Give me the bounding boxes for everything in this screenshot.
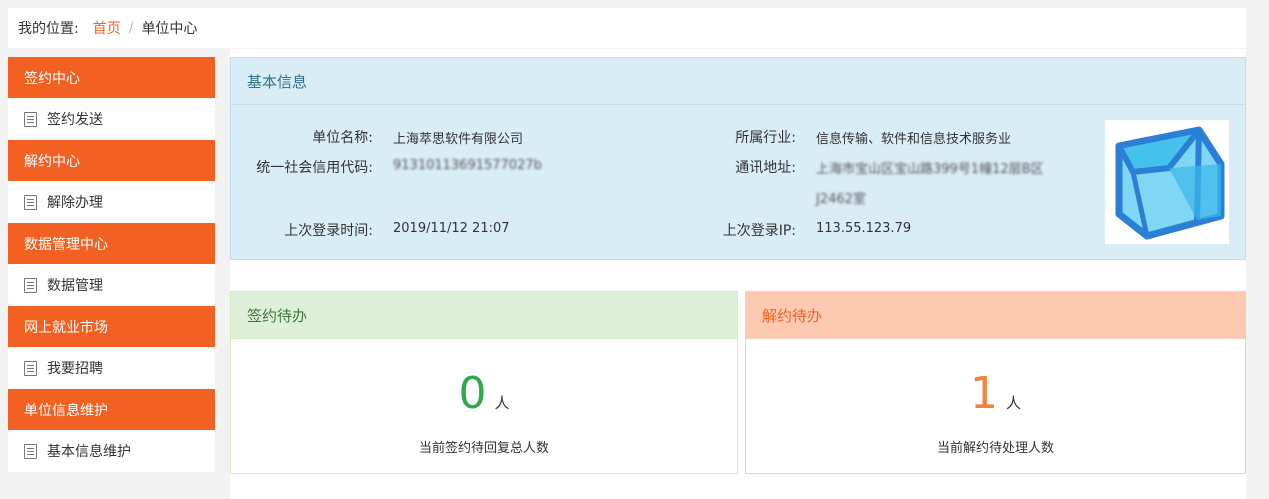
cancel-todo-description: 当前解约待处理人数 — [936, 441, 1054, 456]
document-edit-icon — [24, 360, 37, 376]
sign-todo-title: 签约待办 — [231, 292, 737, 339]
sidebar-head-market[interactable]: 网上就业市场 — [8, 306, 215, 347]
document-icon — [24, 277, 37, 293]
company-name-label: 单位名称: — [312, 130, 373, 146]
sidebar-head-cancel[interactable]: 解约中心 — [8, 140, 215, 181]
sign-todo-count[interactable]: 0人 — [231, 369, 737, 419]
address-label: 通讯地址: — [735, 160, 796, 176]
industry-value: 信息传输、软件和信息技术服务业 — [816, 132, 1012, 147]
company-name-value: 上海萃思软件有限公司 — [393, 132, 524, 147]
sign-todo-count-unit: 人 — [494, 394, 510, 412]
sidebar-item-label: 基本信息维护 — [47, 444, 131, 460]
sidebar-item-sign-send[interactable]: 签约发送 — [8, 98, 215, 140]
sidebar-item-label: 签约发送 — [47, 112, 103, 128]
sign-todo-count-value: 0 — [458, 368, 487, 419]
breadcrumb-current: 单位中心 — [141, 21, 198, 37]
breadcrumb: 我的位置: 首页 / 单位中心 — [8, 8, 1246, 48]
sign-todo-description: 当前签约待回复总人数 — [418, 441, 549, 456]
sidebar-item-label: 我要招聘 — [47, 361, 103, 377]
list-icon — [24, 443, 37, 459]
sidebar-head-info[interactable]: 单位信息维护 — [8, 389, 215, 430]
sidebar-item-label: 数据管理 — [47, 278, 103, 294]
cancel-todo-count-value: 1 — [969, 368, 998, 419]
cancel-todo-count[interactable]: 1人 — [746, 369, 1245, 419]
main-content: 基本信息 单位名称: 上海萃思软件有限公司 统一社会信用代码: 91310113… — [230, 49, 1246, 499]
sidebar-item-cancel-handle[interactable]: 解除办理 — [8, 181, 215, 223]
last-login-ip-value: 113.55.123.79 — [816, 221, 912, 236]
last-login-time-label: 上次登录时间: — [284, 223, 373, 239]
sidebar-head-data[interactable]: 数据管理中心 — [8, 223, 215, 264]
industry-label: 所属行业: — [735, 130, 796, 146]
breadcrumb-separator: / — [128, 20, 134, 36]
sign-todo-panel: 签约待办 0人 当前签约待回复总人数 — [230, 291, 738, 474]
cancel-todo-count-unit: 人 — [1005, 394, 1021, 412]
last-login-time-value: 2019/11/12 21:07 — [393, 221, 510, 236]
cancel-todo-title: 解约待办 — [746, 292, 1245, 339]
sidebar: 签约中心 签约发送 解约中心 解除办理 数据管理中心 数据管理 网上就业市场 我… — [8, 57, 215, 472]
cube-logo-icon — [1105, 120, 1229, 244]
sidebar-head-sign[interactable]: 签约中心 — [8, 57, 215, 98]
sidebar-item-basic-info[interactable]: 基本信息维护 — [8, 430, 215, 472]
sidebar-item-recruit[interactable]: 我要招聘 — [8, 347, 215, 389]
document-icon — [24, 111, 37, 127]
document-edit-icon — [24, 194, 37, 210]
address-value: 上海市宝山区宝山路399号1幢12层B区 — [816, 162, 1044, 177]
breadcrumb-home-link[interactable]: 首页 — [93, 18, 121, 38]
sidebar-item-label: 解除办理 — [47, 195, 103, 211]
breadcrumb-prefix: 我的位置: — [18, 21, 79, 37]
basic-info-panel: 基本信息 单位名称: 上海萃思软件有限公司 统一社会信用代码: 91310113… — [230, 57, 1246, 260]
cancel-todo-panel: 解约待办 1人 当前解约待处理人数 — [745, 291, 1246, 474]
credit-code-label: 统一社会信用代码: — [256, 160, 373, 176]
sidebar-item-data-manage[interactable]: 数据管理 — [8, 264, 215, 306]
basic-info-title: 基本信息 — [231, 58, 1245, 105]
last-login-ip-label: 上次登录IP: — [722, 223, 796, 239]
credit-code-value: 91310113691577027b — [393, 158, 542, 173]
address-value-line2: J2462室 — [816, 192, 866, 207]
